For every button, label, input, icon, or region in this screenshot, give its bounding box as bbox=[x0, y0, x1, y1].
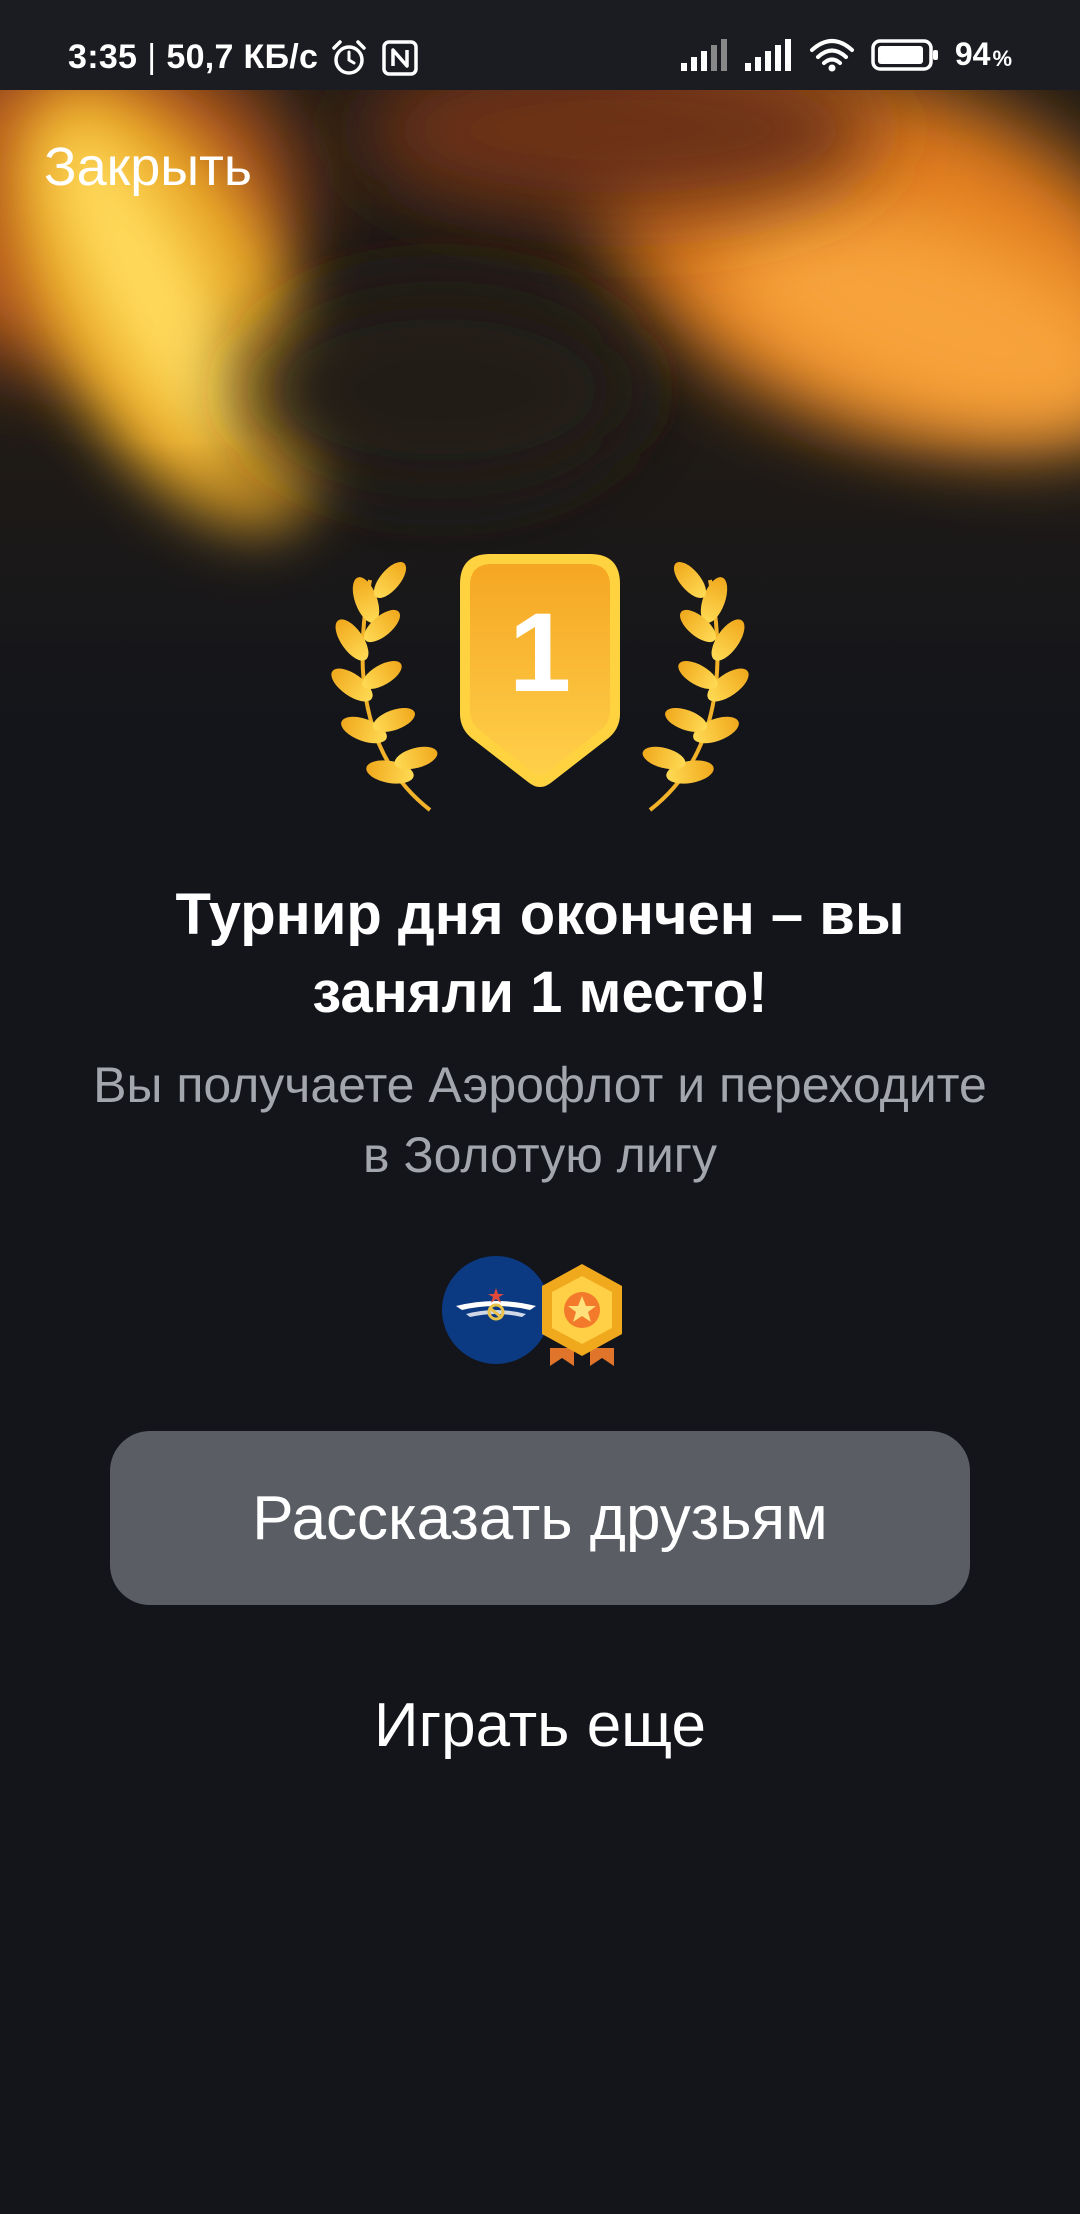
play-again-button[interactable]: Играть еще bbox=[240, 1680, 840, 1770]
wifi-icon bbox=[809, 38, 855, 72]
right-laurel-icon bbox=[642, 561, 749, 812]
status-time: 3:35 bbox=[68, 38, 138, 76]
result-subtitle: Вы получаете Аэрофлот и переходите в Зол… bbox=[93, 1057, 987, 1183]
signal-icon-2 bbox=[744, 38, 793, 71]
status-separator: | bbox=[147, 38, 157, 76]
battery-icon bbox=[871, 38, 939, 71]
nfc-icon bbox=[382, 39, 419, 76]
gold-league-badge-icon bbox=[542, 1264, 622, 1366]
battery-percent: 94 bbox=[954, 36, 991, 72]
status-speed: 50,7 КБ/с bbox=[166, 38, 319, 76]
alarm-icon bbox=[330, 39, 368, 77]
reward-icons-graphic bbox=[442, 1256, 622, 1366]
status-left: 3:35 | 50,7 КБ/с bbox=[68, 38, 419, 77]
tournament-result-screen: 3:35 | 50,7 КБ/с 94 % Закрыть 1 Турнир д… bbox=[0, 0, 1080, 2214]
reward-icons bbox=[442, 1250, 642, 1370]
battery-unit: % bbox=[992, 45, 1012, 71]
result-title: Турнир дня окончен – вы заняли 1 место! bbox=[175, 882, 905, 1025]
signal-icon bbox=[680, 38, 729, 71]
share-with-friends-button[interactable]: Рассказать друзьям bbox=[110, 1431, 970, 1605]
close-button[interactable]: Закрыть bbox=[44, 136, 252, 198]
status-right: 94 % bbox=[680, 36, 1012, 73]
place-badge: 1 bbox=[330, 540, 750, 820]
place-number: 1 bbox=[508, 590, 572, 715]
aeroflot-logo-icon bbox=[442, 1256, 550, 1364]
play-again-label: Играть еще bbox=[374, 1690, 706, 1760]
left-laurel-icon bbox=[331, 561, 438, 812]
status-bar: 3:35 | 50,7 КБ/с 94 % bbox=[0, 0, 1080, 90]
share-button-label: Рассказать друзьям bbox=[252, 1483, 828, 1553]
